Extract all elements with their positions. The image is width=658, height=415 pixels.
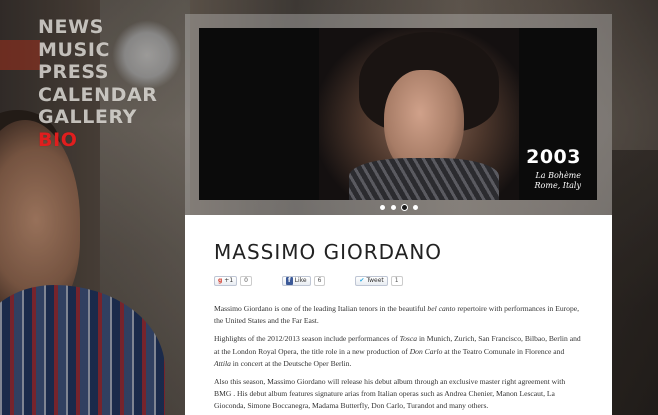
facebook-icon: f: [285, 277, 293, 285]
tweet-label: Tweet: [366, 277, 384, 284]
twitter-bird-icon: ✔: [359, 277, 365, 284]
bio-paragraph-1: Massimo Giordano is one of the leading I…: [214, 303, 583, 327]
nav-item-music[interactable]: MUSIC: [38, 39, 158, 62]
bio-p2-text-a: Highlights of the 2012/2013 season inclu…: [214, 334, 400, 344]
gplus-share[interactable]: g +1 0: [214, 275, 252, 287]
slide-caption-role: La Bohème: [535, 171, 581, 180]
twitter-share[interactable]: ✔ Tweet 1: [355, 275, 403, 287]
bio-p2-text-d: in concert at the Deutsche Oper Berlin.: [230, 358, 352, 368]
bio-content: MASSIMO GIORDANO g +1 0 f Like 6 ✔ Tweet…: [185, 215, 612, 415]
gplus-count: 0: [240, 276, 252, 286]
slider-dot-3[interactable]: [402, 205, 407, 210]
nav-item-bio[interactable]: BIO: [38, 129, 158, 152]
tweet-button[interactable]: ✔ Tweet: [355, 276, 388, 286]
slider-dot-2[interactable]: [391, 205, 396, 210]
nav-item-calendar[interactable]: CALENDAR: [38, 84, 158, 107]
facebook-count: 6: [313, 276, 326, 286]
bio-p2-emphasis-attila: Attila: [214, 358, 231, 368]
tweet-count: 1: [390, 276, 403, 286]
slide-caption-location: Rome, Italy: [534, 181, 581, 190]
gplus-icon: g: [218, 277, 223, 284]
slide-photo-scarf: [349, 158, 499, 200]
facebook-share[interactable]: f Like 6: [281, 275, 326, 287]
slide-year: 2003: [526, 146, 581, 168]
page-title: MASSIMO GIORDANO: [214, 240, 443, 264]
slide-caption: La Bohème Rome, Italy: [535, 171, 581, 191]
bio-p1-emphasis: bel canto: [427, 304, 456, 313]
nav-item-press[interactable]: PRESS: [38, 61, 158, 84]
main-nav: NEWS MUSIC PRESS CALENDAR GALLERY BIO: [38, 16, 158, 152]
bio-p2-text-c: at the Teatro Comunale in Florence and: [442, 346, 565, 356]
slider-dot-1[interactable]: [380, 205, 385, 210]
image-slider[interactable]: 2003 La Bohème Rome, Italy: [199, 28, 597, 200]
nav-item-news[interactable]: NEWS: [38, 16, 158, 39]
gplus-button[interactable]: g +1: [214, 276, 238, 286]
nav-item-gallery[interactable]: GALLERY: [38, 106, 158, 129]
slider-pagination: [380, 205, 418, 210]
slider-dot-4[interactable]: [413, 205, 418, 210]
bio-paragraph-2: Highlights of the 2012/2013 season inclu…: [214, 333, 583, 370]
bio-p2-emphasis-tosca: Tosca: [399, 334, 418, 344]
facebook-like-button[interactable]: f Like: [281, 276, 311, 286]
facebook-label: Like: [294, 277, 307, 284]
bio-text: Massimo Giordano is one of the leading I…: [214, 303, 583, 413]
gplus-label: +1: [224, 277, 234, 284]
share-bar: g +1 0 f Like 6 ✔ Tweet 1: [214, 275, 583, 287]
bio-p1-text-a: Massimo Giordano is one of the leading I…: [214, 304, 428, 313]
bio-paragraph-3: Also this season, Massimo Giordano will …: [214, 377, 566, 411]
bio-p2-emphasis-don-carlo: Don Carlo: [409, 346, 443, 356]
